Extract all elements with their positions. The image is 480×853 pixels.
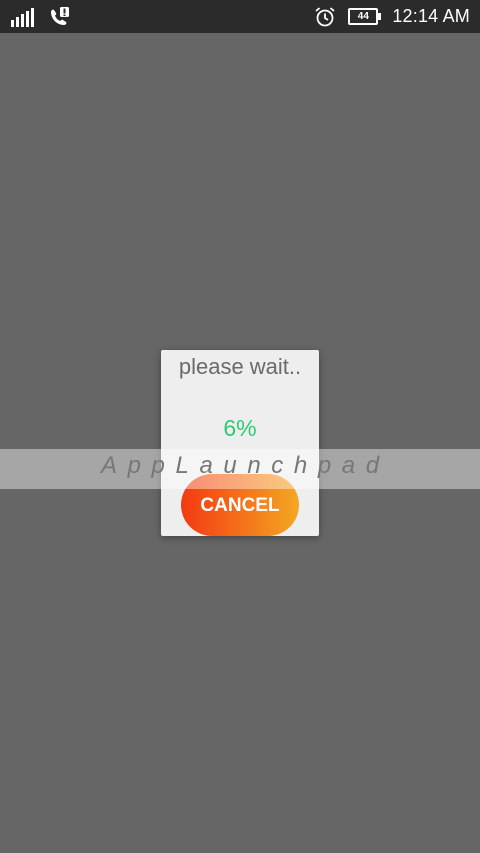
alarm-icon [315, 6, 335, 26]
signal-icon [11, 6, 36, 27]
battery-level: 44 [357, 11, 369, 22]
dialog-title: please wait.. [178, 354, 302, 379]
battery-icon: 44 [348, 8, 382, 25]
status-bar: 44 12:14 AM [0, 0, 480, 33]
clock: 12:14 AM [392, 6, 470, 26]
watermark-text: AppLaunchpad [101, 452, 390, 479]
progress-percent: 6% [223, 415, 257, 441]
progress-dialog: please wait.. 6% CANCEL [161, 350, 319, 536]
phone-notification-icon [51, 7, 69, 25]
